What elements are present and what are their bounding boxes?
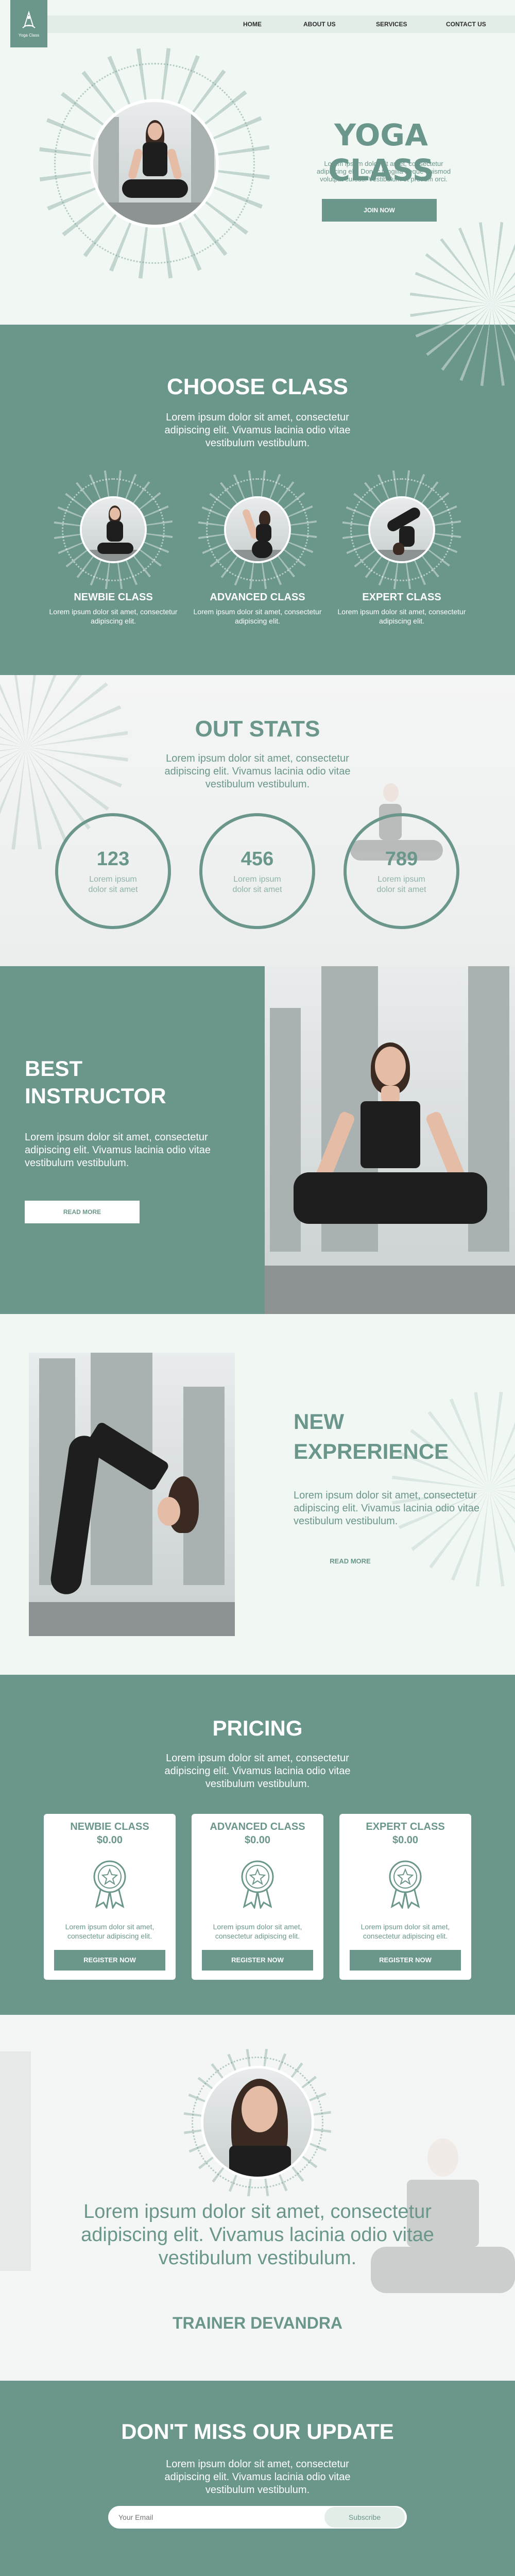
class-photo-expert xyxy=(368,496,435,563)
lotus-logo-icon xyxy=(22,10,36,28)
instructor-read-more-button[interactable]: READ MORE xyxy=(25,1201,140,1223)
class-title: ADVANCED CLASS xyxy=(210,592,305,603)
class-desc: Lorem ipsum dolor sit amet, consectetur … xyxy=(337,608,466,625)
instructor-photo xyxy=(265,966,515,1314)
experience-section: NEW EXPRERIENCE Lorem ipsum dolor sit am… xyxy=(0,1314,515,1675)
experience-read-more-button[interactable]: READ MORE xyxy=(299,1557,402,1565)
stats-section: OUT STATS Lorem ipsum dolor sit amet, co… xyxy=(0,675,515,966)
plan-desc: Lorem ipsum dolor sit amet, consectetur … xyxy=(65,1923,154,1940)
stat-value: 123 xyxy=(96,848,130,870)
trainer-avatar xyxy=(201,2066,314,2179)
experience-title-line2: EXPRERIENCE xyxy=(294,1439,449,1463)
testimonial-quote: Lorem ipsum dolor sit amet, consectetur … xyxy=(81,2201,434,2269)
nav-home[interactable]: HOME xyxy=(243,21,262,28)
nav-contact-us[interactable]: CONTACT US xyxy=(446,21,486,28)
plan-desc: Lorem ipsum dolor sit amet, consectetur … xyxy=(360,1923,450,1940)
plan-desc: Lorem ipsum dolor sit amet, consectetur … xyxy=(213,1923,302,1940)
stat-circle: 789 Lorem ipsum dolor sit amet xyxy=(344,813,459,929)
subscribe-form: Subscribe xyxy=(108,2506,407,2529)
award-badge-icon xyxy=(241,1860,274,1909)
class-title: NEWBIE CLASS xyxy=(74,592,153,603)
instructor-title-line2: INSTRUCTOR xyxy=(25,1084,166,1108)
testimonial-section: Lorem ipsum dolor sit amet, consectetur … xyxy=(0,2015,515,2381)
instructor-section: BEST INSTRUCTOR Lorem ipsum dolor sit am… xyxy=(0,966,515,1314)
newsletter-section: DON'T MISS OUR UPDATE Lorem ipsum dolor … xyxy=(0,2381,515,2576)
class-photo-newbie xyxy=(80,496,147,563)
nav-about-us[interactable]: ABOUT US xyxy=(303,21,336,28)
stat-circle: 123 Lorem ipsum dolor sit amet xyxy=(55,813,171,929)
class-desc: Lorem ipsum dolor sit amet, consectetur … xyxy=(49,608,178,625)
join-now-button[interactable]: JOIN NOW xyxy=(322,199,437,222)
choose-class-section: CHOOSE CLASS Lorem ipsum dolor sit amet,… xyxy=(0,325,515,675)
subscribe-button[interactable]: Subscribe xyxy=(324,2507,405,2528)
plan-title: EXPERT CLASS xyxy=(366,1821,445,1832)
pricing-title: PRICING xyxy=(212,1716,303,1740)
experience-photo xyxy=(29,1353,235,1636)
stat-label: Lorem ipsum dolor sit amet xyxy=(88,875,138,894)
pricing-card-newbie: NEWBIE CLASS $0.00 Lorem ipsum dolor sit… xyxy=(44,1814,176,1980)
stat-value: 456 xyxy=(241,848,274,870)
class-photo-advanced xyxy=(224,496,291,563)
newsletter-text: Lorem ipsum dolor sit amet, consectetur … xyxy=(164,2459,351,2496)
choose-title: CHOOSE CLASS xyxy=(166,374,349,399)
hero-section: Yoga Class HOME ABOUT US SERVICES CONTAC… xyxy=(0,0,515,325)
plan-price: $0.00 xyxy=(392,1834,419,1846)
main-nav: HOME ABOUT US SERVICES CONTACT US xyxy=(47,15,515,33)
hero-photo xyxy=(90,99,219,228)
register-now-button[interactable]: REGISTER NOW xyxy=(350,1950,461,1971)
newsletter-title: DON'T MISS OUR UPDATE xyxy=(121,2419,394,2444)
choose-text: Lorem ipsum dolor sit amet, consectetur … xyxy=(164,412,351,449)
register-now-button[interactable]: REGISTER NOW xyxy=(202,1950,313,1971)
trainer-name: TRAINER DEVANDRA xyxy=(172,2314,343,2332)
plan-price: $0.00 xyxy=(96,1834,123,1846)
stat-circle: 456 Lorem ipsum dolor sit amet xyxy=(199,813,315,929)
stat-label: Lorem ipsum dolor sit amet xyxy=(376,875,426,894)
experience-title-line1: NEW xyxy=(294,1409,344,1434)
logo-text: Yoga Class xyxy=(18,32,40,38)
award-badge-icon xyxy=(93,1860,126,1909)
hero-text: Lorem ipsum dolor sit amet, consectetur … xyxy=(316,160,451,183)
instructor-text: Lorem ipsum dolor sit amet, consectetur … xyxy=(25,1132,211,1169)
experience-text: Lorem ipsum dolor sit amet, consectetur … xyxy=(294,1490,479,1527)
stats-title: OUT STATS xyxy=(195,716,320,742)
class-title: EXPERT CLASS xyxy=(362,592,441,603)
stat-value: 789 xyxy=(385,848,418,870)
plan-title: NEWBIE CLASS xyxy=(70,1821,149,1832)
nav-services[interactable]: SERVICES xyxy=(376,21,407,28)
instructor-title-line1: BEST xyxy=(25,1056,83,1081)
corner-mandala xyxy=(409,222,515,325)
stats-text: Lorem ipsum dolor sit amet, consectetur … xyxy=(164,753,351,790)
pricing-card-advanced: ADVANCED CLASS $0.00 Lorem ipsum dolor s… xyxy=(192,1814,323,1980)
register-now-button[interactable]: REGISTER NOW xyxy=(54,1950,165,1971)
brand-logo[interactable]: Yoga Class xyxy=(10,0,47,47)
class-desc: Lorem ipsum dolor sit amet, consectetur … xyxy=(193,608,322,625)
pricing-text: Lorem ipsum dolor sit amet, consectetur … xyxy=(164,1753,351,1790)
award-badge-icon xyxy=(389,1860,422,1909)
stat-label: Lorem ipsum dolor sit amet xyxy=(232,875,282,894)
email-input[interactable] xyxy=(118,2510,314,2524)
plan-price: $0.00 xyxy=(244,1834,271,1846)
plan-title: ADVANCED CLASS xyxy=(210,1821,305,1832)
pricing-card-expert: EXPERT CLASS $0.00 Lorem ipsum dolor sit… xyxy=(339,1814,471,1980)
